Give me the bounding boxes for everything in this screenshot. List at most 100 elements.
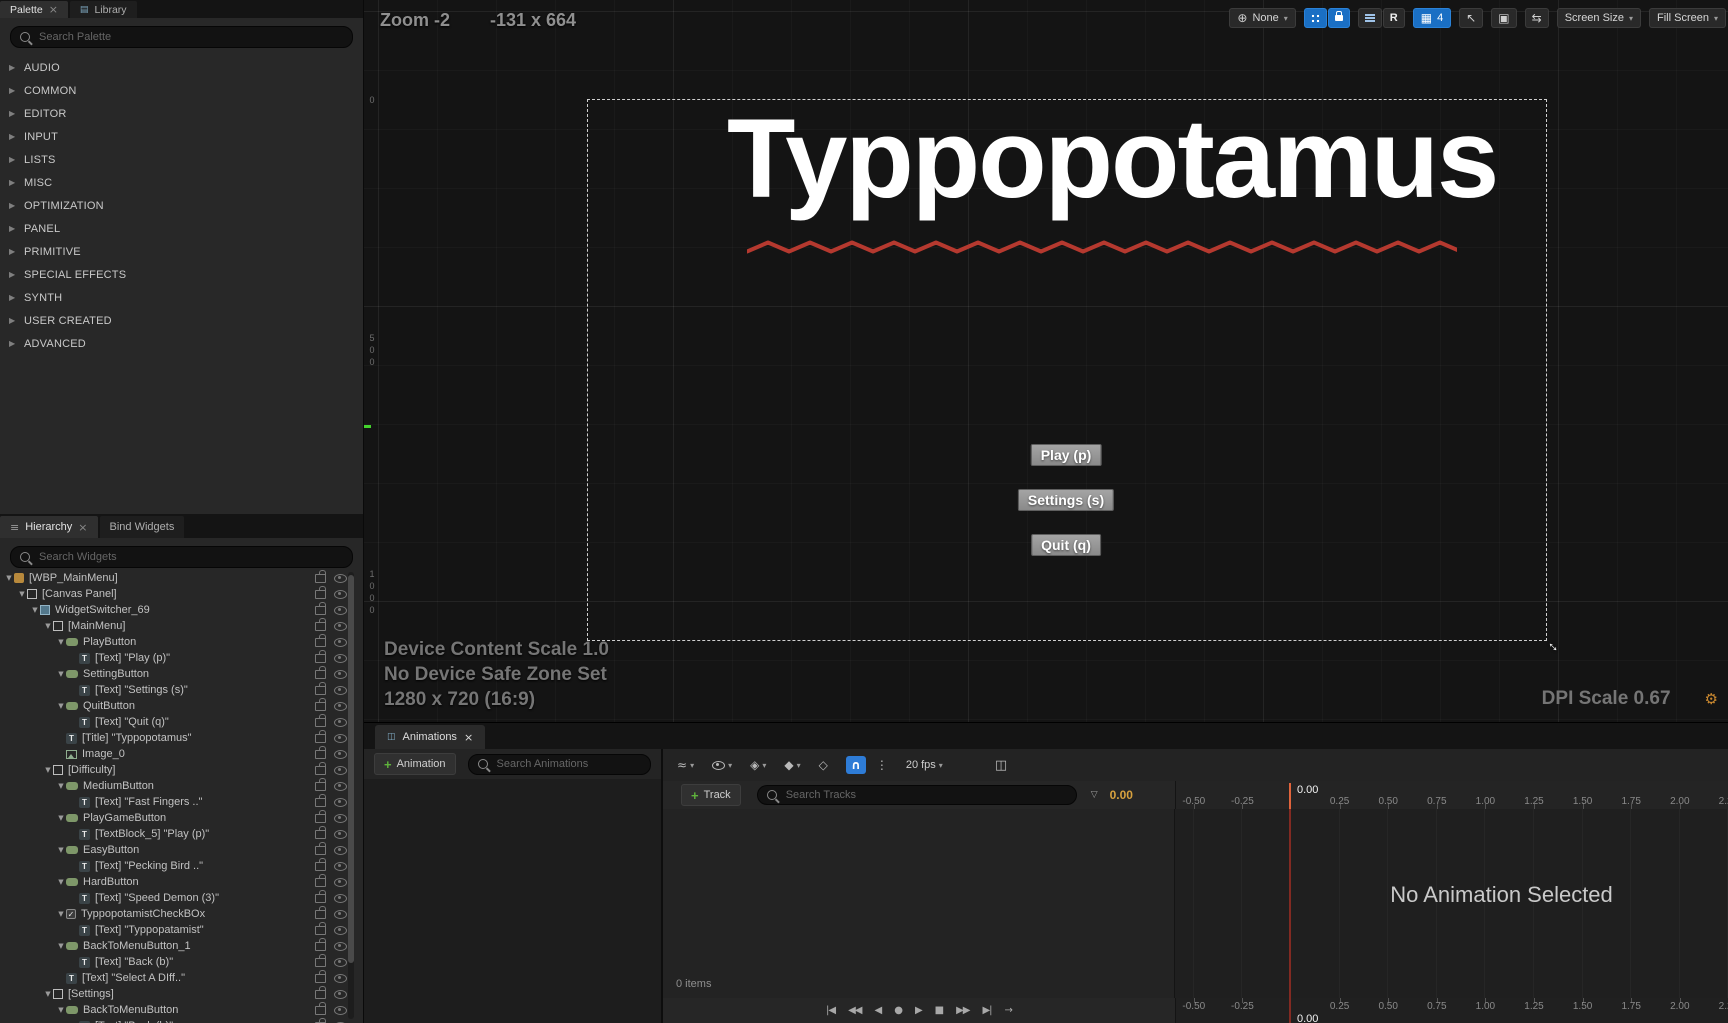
close-icon[interactable]: × [464, 731, 473, 744]
hierarchy-row[interactable]: ▼ BackToMenuButton_1 [0, 937, 363, 954]
eye-icon[interactable] [334, 1005, 347, 1015]
current-time-display[interactable]: 0.00 [1110, 788, 1133, 802]
fill-screen-dropdown[interactable]: Fill Screen ▾ [1649, 8, 1726, 28]
expand-right-icon[interactable]: ▶ [9, 178, 24, 187]
eye-icon[interactable] [334, 749, 347, 759]
eye-icon[interactable] [334, 957, 347, 967]
lock-open-icon[interactable] [315, 745, 326, 759]
expand-right-icon[interactable]: ▶ [9, 86, 24, 95]
safe-zone-button[interactable] [1303, 8, 1327, 28]
expand-arrow-icon[interactable]: ▼ [56, 638, 66, 646]
hierarchy-row[interactable]: ▼ PlayButton [0, 633, 363, 650]
eye-icon[interactable] [334, 669, 347, 679]
step-backward-button[interactable]: ◀◀ [848, 1005, 862, 1016]
hierarchy-row[interactable]: ▼ MediumButton [0, 777, 363, 794]
expand-right-icon[interactable]: ▶ [9, 109, 24, 118]
lock-open-icon[interactable] [315, 649, 326, 663]
hierarchy-row[interactable]: ▼ WidgetSwitcher_69 [0, 601, 363, 618]
eye-icon[interactable] [334, 861, 347, 871]
expand-arrow-icon[interactable]: ▼ [17, 590, 27, 598]
localization-preview-button[interactable]: ⊕ None ▾ [1229, 8, 1296, 28]
hierarchy-row[interactable]: ▼ PlayGameButton [0, 809, 363, 826]
expand-arrow-icon[interactable]: ▼ [56, 878, 66, 886]
hierarchy-row[interactable]: [Text] "Typpopatamist" [0, 921, 363, 938]
hierarchy-row[interactable]: Image_0 [0, 745, 363, 762]
lock-open-icon[interactable] [315, 841, 326, 855]
hierarchy-search-input[interactable] [37, 550, 343, 564]
outline-toggle-button[interactable] [1357, 8, 1382, 28]
expand-right-icon[interactable]: ▶ [9, 247, 24, 256]
hierarchy-row[interactable]: ▼ BackToMenuButton [0, 1001, 363, 1018]
hierarchy-row[interactable]: [Text] "Select A DIff.." [0, 969, 363, 986]
palette-category[interactable]: ▶ MISC [0, 171, 363, 194]
hierarchy-row[interactable]: ▼ [Canvas Panel] [0, 585, 363, 602]
palette-category[interactable]: ▶ INPUT [0, 125, 363, 148]
palette-category[interactable]: ▶ EDITOR [0, 102, 363, 125]
hierarchy-row[interactable]: [Text] "Play (p)" [0, 649, 363, 666]
hierarchy-row[interactable]: ▼ TyppopotamistCheckBOx [0, 905, 363, 922]
expand-right-icon[interactable]: ▶ [9, 293, 24, 302]
hierarchy-row[interactable]: ▼ [MainMenu] [0, 617, 363, 634]
lock-open-icon[interactable] [315, 857, 326, 871]
screen-size-dropdown[interactable]: Screen Size ▾ [1556, 8, 1642, 28]
lock-open-icon[interactable] [315, 873, 326, 887]
expand-right-icon[interactable]: ▶ [9, 155, 24, 164]
hierarchy-search[interactable] [10, 546, 353, 568]
palette-category[interactable]: ▶ COMMON [0, 79, 363, 102]
timeline-playhead[interactable] [1289, 783, 1291, 1023]
lock-open-icon[interactable] [315, 937, 326, 951]
curve-view-button[interactable]: ◫ [995, 758, 1007, 773]
eye-icon[interactable] [334, 605, 347, 615]
palette-category[interactable]: ▶ PRIMITIVE [0, 240, 363, 263]
hierarchy-row[interactable]: [Text] "Speed Demon (3)" [0, 889, 363, 906]
hierarchy-row[interactable]: ▼ EasyButton [0, 841, 363, 858]
tab-animations[interactable]: ◫ Animations × [375, 725, 486, 749]
palette-category[interactable]: ▶ ADVANCED [0, 332, 363, 355]
expand-right-icon[interactable]: ▶ [9, 132, 24, 141]
canvas-title-widget[interactable]: Typpopotamus [727, 100, 1499, 218]
go-to-end-button[interactable]: ▶| [982, 1005, 992, 1016]
expand-arrow-icon[interactable]: ▼ [43, 990, 53, 998]
stop-button[interactable]: ■ [935, 1005, 945, 1016]
eye-icon[interactable] [334, 733, 347, 743]
timeline-ruler-bottom[interactable]: 0.00 -0.50 -0.25 0.25 0.50 0.75 1.00 1.25 1.50 1… [1175, 998, 1728, 1023]
hierarchy-row[interactable]: [Text] "Pecking Bird .." [0, 857, 363, 874]
lock-open-icon[interactable] [315, 617, 326, 631]
preview-background-button[interactable]: ▣ [1491, 8, 1517, 28]
canvas-quit-button[interactable]: Quit (q) [1031, 534, 1101, 556]
hierarchy-scrollbar[interactable] [348, 572, 354, 1019]
eye-icon[interactable] [334, 877, 347, 887]
play-backward-button[interactable]: ◀ [875, 1005, 883, 1016]
animations-search-input[interactable] [494, 757, 641, 771]
canvas-settings-button[interactable]: Settings (s) [1017, 489, 1115, 511]
expand-arrow-icon[interactable]: ▼ [56, 910, 66, 918]
hierarchy-row[interactable]: ▼ SettingButton [0, 665, 363, 682]
lock-open-icon[interactable] [315, 697, 326, 711]
palette-category[interactable]: ▶ SYNTH [0, 286, 363, 309]
tab-hierarchy[interactable]: ≡ Hierarchy × [0, 516, 98, 538]
grid-snap-button[interactable]: ▦ 4 [1412, 8, 1452, 28]
lock-open-icon[interactable] [315, 793, 326, 807]
hierarchy-row[interactable]: ▼ [WBP_MainMenu] [0, 570, 363, 586]
eye-icon[interactable] [334, 701, 347, 711]
lock-open-icon[interactable] [315, 953, 326, 967]
animations-search[interactable] [467, 753, 651, 775]
expand-arrow-icon[interactable]: ▼ [56, 814, 66, 822]
palette-category[interactable]: ▶ AUDIO [0, 56, 363, 79]
palette-category[interactable]: ▶ SPECIAL EFFECTS [0, 263, 363, 286]
eye-icon[interactable] [334, 909, 347, 919]
expand-right-icon[interactable]: ▶ [9, 339, 24, 348]
tracks-search[interactable] [756, 785, 1077, 805]
tab-bind-widgets[interactable]: Bind Widgets [99, 516, 185, 538]
eye-icon[interactable] [334, 813, 347, 823]
lock-open-icon[interactable] [315, 633, 326, 647]
play-button[interactable]: ▶ [915, 1005, 923, 1016]
palette-search[interactable] [10, 26, 353, 48]
hierarchy-row[interactable]: ▼ HardButton [0, 873, 363, 890]
step-forward-button[interactable]: ▶▶ [956, 1005, 970, 1016]
lock-open-icon[interactable] [315, 681, 326, 695]
eye-icon[interactable] [334, 717, 347, 727]
eye-icon[interactable] [334, 781, 347, 791]
lock-open-icon[interactable] [315, 1001, 326, 1015]
palette-category[interactable]: ▶ OPTIMIZATION [0, 194, 363, 217]
